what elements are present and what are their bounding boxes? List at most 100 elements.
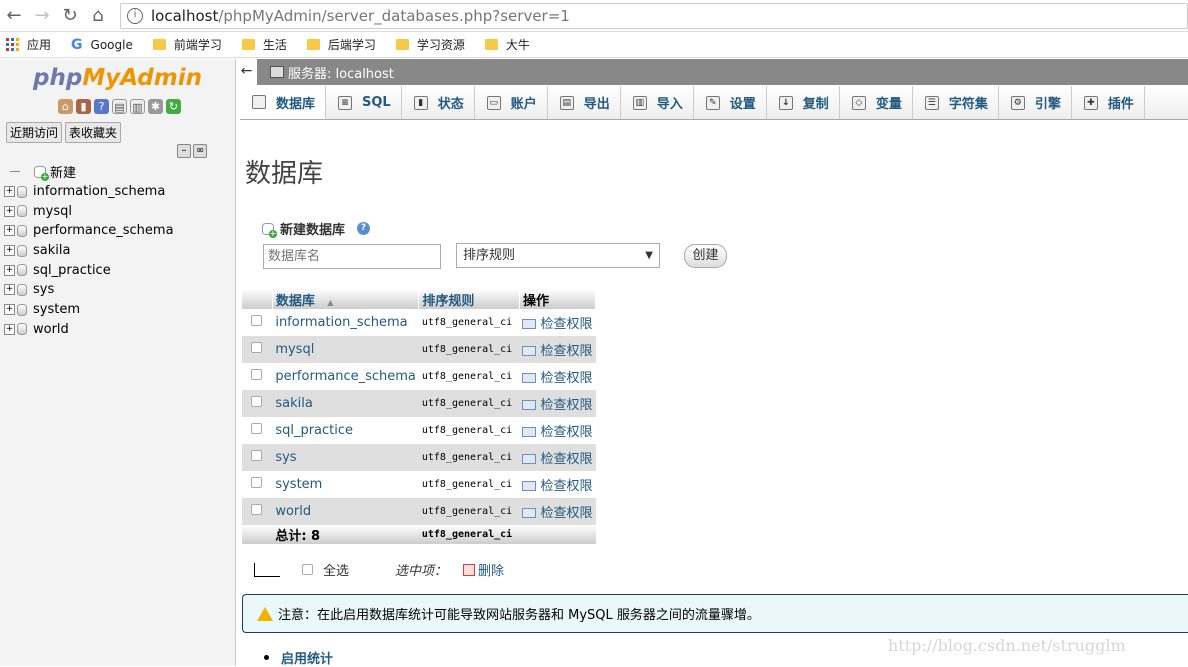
check-privileges-link[interactable]: 检查权限 — [519, 309, 595, 336]
database-link[interactable]: mysql — [272, 336, 419, 363]
tab-status[interactable]: ▮ 状态 — [402, 86, 475, 119]
breadcrumb[interactable]: 服务器: localhost — [288, 63, 394, 82]
row-checkbox[interactable] — [251, 477, 262, 488]
bookmark-apps[interactable]: 应用 — [0, 36, 51, 53]
tab-databases[interactable]: 数据库 — [240, 86, 327, 119]
collation-cell: utf8_general_ci — [421, 317, 513, 328]
row-checkbox[interactable] — [251, 396, 262, 407]
tree-item[interactable]: + performance_schema — [4, 221, 174, 241]
bookmark-frontend[interactable]: 前端学习 — [147, 36, 222, 53]
tab-accounts[interactable]: ▭ 账户 — [475, 86, 548, 119]
expand-icon[interactable]: + — [4, 225, 15, 237]
phpmyadmin-logo[interactable]: phpMyAdmin — [33, 65, 202, 91]
back-arrow-icon[interactable]: ← — [0, 2, 28, 30]
table-row: sql_practice utf8_general_ci 检查权限 — [242, 417, 596, 444]
url-path: /phpMyAdmin/server_databases.php?server=… — [218, 6, 570, 25]
expand-icon[interactable]: + — [4, 205, 15, 217]
delete-button[interactable]: 删除 — [478, 560, 504, 579]
expand-icon[interactable]: + — [4, 186, 15, 198]
tab-settings[interactable]: ✎ 设置 — [694, 86, 767, 119]
bookmark-backend[interactable]: 后端学习 — [301, 36, 376, 53]
tree-new-database[interactable]: 新建 — [4, 162, 174, 182]
tab-plugins[interactable]: ✚ 插件 — [1072, 86, 1145, 119]
folder-icon — [241, 39, 255, 50]
check-privileges-link[interactable]: 检查权限 — [519, 390, 596, 417]
expand-icon[interactable]: + — [4, 323, 15, 335]
table-row: mysql utf8_general_ci 检查权限 — [242, 336, 596, 363]
bookmark-google[interactable]: G Google — [65, 37, 133, 53]
row-checkbox[interactable] — [251, 450, 262, 461]
check-privileges-link[interactable]: 检查权限 — [519, 417, 595, 444]
exit-icon[interactable]: ▮ — [76, 99, 91, 114]
charset-icon: ☰ — [924, 95, 939, 110]
database-link[interactable]: system — [272, 471, 419, 498]
expand-icon[interactable]: + — [4, 304, 15, 316]
collapse-all-icon[interactable]: – — [177, 144, 191, 158]
database-icon — [17, 205, 27, 218]
collapse-nav-arrow-icon[interactable]: ← — [236, 59, 258, 85]
database-link[interactable]: sakila — [272, 390, 419, 417]
tree-item[interactable]: + world — [4, 320, 174, 340]
tree-item[interactable]: + system — [4, 300, 174, 320]
bookmark-resources[interactable]: 学习资源 — [390, 36, 465, 53]
database-link[interactable]: sys — [272, 444, 419, 471]
select-all-checkbox[interactable] — [302, 564, 313, 575]
check-privileges-link[interactable]: 检查权限 — [519, 444, 596, 471]
expand-icon[interactable]: + — [4, 284, 15, 296]
url-bar[interactable]: i localhost/phpMyAdmin/server_databases.… — [120, 2, 1188, 29]
favorites-tab[interactable]: 表收藏夹 — [65, 122, 122, 143]
check-privileges-link[interactable]: 检查权限 — [519, 336, 596, 363]
info-icon[interactable]: i — [127, 7, 143, 24]
check-privileges-link[interactable]: 检查权限 — [519, 471, 595, 498]
recent-tab[interactable]: 近期访问 — [6, 122, 63, 143]
reload-icon[interactable]: ↻ — [56, 2, 84, 30]
forward-arrow-icon[interactable]: → — [28, 2, 56, 30]
select-all-label[interactable]: 全选 — [323, 560, 349, 579]
home-icon[interactable]: ⌂ — [58, 99, 73, 114]
reload-icon[interactable]: ↻ — [166, 99, 181, 114]
expand-icon[interactable]: + — [4, 264, 15, 276]
row-checkbox[interactable] — [251, 342, 262, 353]
sql-docs-icon[interactable]: ▥ — [130, 99, 145, 114]
collation-select[interactable]: 排序规则 ▼ — [456, 243, 660, 268]
documentation-icon[interactable]: ▤ — [112, 99, 127, 114]
column-header-database[interactable]: 数据库 ▲ — [272, 289, 420, 309]
database-link[interactable]: performance_schema — [272, 363, 419, 390]
link-icon[interactable]: ∞ — [193, 144, 207, 158]
database-name-input[interactable] — [263, 244, 441, 269]
tree-item[interactable]: + sakila — [4, 241, 174, 261]
row-checkbox[interactable] — [251, 423, 262, 434]
tab-export[interactable]: ▤ 导出 — [548, 86, 621, 119]
check-privileges-link[interactable]: 检查权限 — [519, 363, 595, 390]
tree-item[interactable]: + sql_practice — [4, 260, 174, 280]
gear-icon[interactable]: ✱ — [148, 99, 163, 114]
home-icon[interactable]: ⌂ — [84, 2, 112, 30]
database-link[interactable]: world — [272, 498, 419, 525]
tab-variables[interactable]: ◇ 变量 — [840, 86, 913, 119]
browser-toolbar: ← → ↻ ⌂ i localhost/phpMyAdmin/server_da… — [0, 0, 1188, 32]
row-checkbox[interactable] — [251, 315, 262, 326]
check-privileges-link[interactable]: 检查权限 — [519, 498, 596, 525]
tree-item[interactable]: + information_schema — [4, 182, 174, 202]
bookmark-life[interactable]: 生活 — [236, 36, 287, 53]
database-link[interactable]: sql_practice — [272, 417, 419, 444]
enable-statistics-link[interactable]: 启用统计 — [264, 648, 333, 667]
engine-icon: ⚙ — [1010, 95, 1025, 110]
column-header-collation[interactable]: 排序规则 — [418, 289, 520, 309]
tab-sql[interactable]: ≡ SQL — [326, 86, 402, 119]
tree-item[interactable]: + mysql — [4, 201, 174, 221]
database-link[interactable]: information_schema — [272, 309, 419, 336]
row-checkbox[interactable] — [251, 504, 262, 515]
database-icon — [17, 185, 27, 198]
create-button[interactable]: 创建 — [684, 244, 727, 268]
help-icon[interactable]: ? — [357, 222, 371, 235]
tab-import[interactable]: ▥ 导入 — [621, 86, 694, 119]
row-checkbox[interactable] — [251, 369, 262, 380]
tab-charsets[interactable]: ☰ 字符集 — [913, 86, 999, 119]
expand-icon[interactable]: + — [4, 245, 15, 257]
help-icon[interactable]: ? — [94, 99, 109, 114]
tree-item[interactable]: + sys — [4, 280, 174, 300]
tab-engines[interactable]: ⚙ 引擎 — [999, 86, 1072, 119]
tab-replication[interactable]: ↓ 复制 — [767, 86, 840, 119]
bookmark-experts[interactable]: 大牛 — [479, 36, 530, 53]
